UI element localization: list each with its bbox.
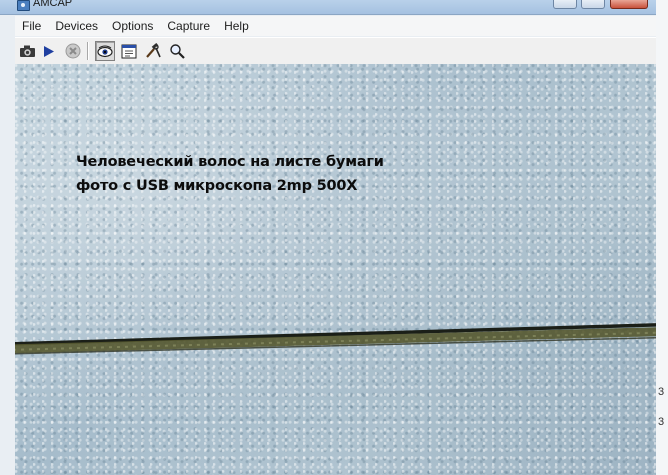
camera-icon	[19, 45, 35, 57]
properties-button[interactable]	[144, 41, 164, 61]
window-title: AMCAP	[33, 0, 73, 9]
zoom-icon	[170, 44, 185, 59]
tools-icon	[146, 43, 161, 58]
zoom-button[interactable]	[167, 41, 187, 61]
play-button[interactable]	[39, 41, 59, 61]
video-preview: Человеческий волос на листе бумаги фото …	[15, 64, 656, 475]
stop-icon	[65, 43, 81, 59]
play-icon	[44, 45, 54, 57]
toolbar	[15, 37, 656, 65]
menu-options[interactable]: Options	[105, 16, 160, 36]
eye-icon	[97, 45, 113, 57]
caption-line-2: фото с USB микроскопа 2mp 500X	[76, 178, 358, 194]
menu-devices[interactable]: Devices	[48, 16, 105, 36]
stop-button[interactable]	[63, 41, 83, 61]
close-button[interactable]	[610, 0, 648, 9]
preview-window-icon	[121, 44, 137, 58]
menu-capture[interactable]: Capture	[160, 16, 217, 36]
menu-help[interactable]: Help	[217, 16, 256, 36]
overlay-caption: Человеческий волос на листе бумаги фото …	[76, 150, 384, 198]
menu-file[interactable]: File	[15, 16, 48, 36]
background-char: 3	[658, 416, 665, 428]
preview-toggle-button[interactable]	[95, 41, 115, 61]
menu-bar: File Devices Options Capture Help	[15, 16, 656, 36]
maximize-button[interactable]	[581, 0, 605, 9]
toolbar-separator	[87, 42, 89, 60]
background-window-edge: 3 3	[656, 0, 668, 475]
title-bar[interactable]: AMCAP	[0, 0, 656, 15]
paper-texture	[15, 64, 656, 475]
background-char: 3	[658, 386, 665, 398]
minimize-button[interactable]	[553, 0, 577, 9]
capture-still-button[interactable]	[17, 41, 37, 61]
app-icon[interactable]	[17, 0, 30, 11]
caption-line-1: Человеческий волос на листе бумаги	[76, 154, 384, 170]
preview-window-button[interactable]	[119, 41, 139, 61]
human-hair-image	[15, 323, 656, 355]
